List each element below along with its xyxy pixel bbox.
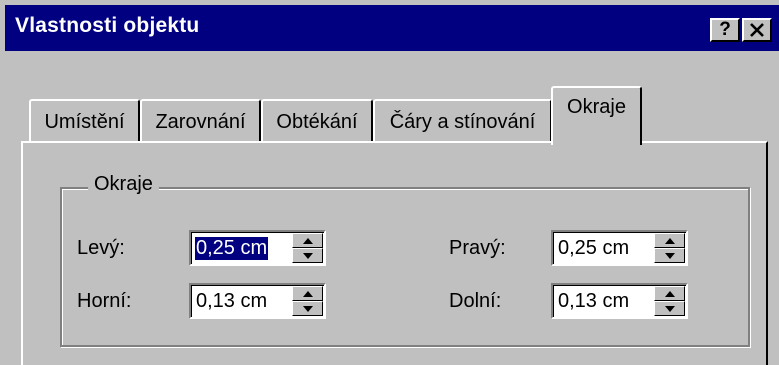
group-title: Okraje bbox=[88, 173, 159, 196]
bottom-margin-decrement[interactable] bbox=[654, 301, 685, 316]
tab-label: Umístění bbox=[44, 110, 125, 133]
up-arrow-icon bbox=[665, 238, 675, 244]
left-margin-decrement[interactable] bbox=[292, 248, 323, 263]
title-bar: Vlastnosti objektu ? bbox=[5, 5, 779, 51]
down-arrow-icon bbox=[665, 253, 675, 259]
margins-groupbox: Okraje bbox=[60, 173, 750, 347]
right-margin-label: Pravý: bbox=[449, 237, 506, 259]
bottom-margin-spinner[interactable] bbox=[654, 286, 685, 316]
close-icon bbox=[750, 23, 764, 37]
right-margin-spinner[interactable] bbox=[654, 233, 685, 263]
dialog-window: Vlastnosti objektu ? Umístění Zarovnání … bbox=[0, 0, 779, 365]
tab-label: Obtékání bbox=[276, 110, 358, 133]
top-margin-spinner[interactable] bbox=[292, 286, 323, 316]
top-margin-label: Horní: bbox=[77, 290, 132, 312]
down-arrow-icon bbox=[303, 253, 313, 259]
window-title: Vlastnosti objektu bbox=[15, 14, 200, 37]
down-arrow-icon bbox=[665, 306, 675, 312]
up-arrow-icon bbox=[665, 291, 675, 297]
left-margin-value[interactable]: 0,25 cm bbox=[195, 237, 269, 260]
left-margin-increment[interactable] bbox=[292, 233, 323, 248]
bottom-margin-label: Dolní: bbox=[449, 290, 502, 312]
bottom-margin-increment[interactable] bbox=[654, 286, 685, 301]
down-arrow-icon bbox=[303, 306, 313, 312]
bottom-margin-value[interactable]: 0,13 cm bbox=[558, 290, 629, 313]
tab-umisteni[interactable]: Umístění bbox=[29, 99, 140, 143]
top-margin-value[interactable]: 0,13 cm bbox=[196, 290, 267, 313]
help-icon: ? bbox=[719, 19, 731, 40]
bottom-margin-field[interactable]: 0,13 cm bbox=[551, 283, 688, 319]
top-margin-increment[interactable] bbox=[292, 286, 323, 301]
right-margin-field[interactable]: 0,25 cm bbox=[551, 230, 688, 266]
left-margin-label: Levý: bbox=[77, 237, 125, 259]
top-margin-field[interactable]: 0,13 cm bbox=[189, 283, 326, 319]
right-margin-increment[interactable] bbox=[654, 233, 685, 248]
left-margin-spinner[interactable] bbox=[292, 233, 323, 263]
up-arrow-icon bbox=[303, 238, 313, 244]
help-button[interactable]: ? bbox=[710, 18, 740, 42]
right-margin-decrement[interactable] bbox=[654, 248, 685, 263]
tab-label: Zarovnání bbox=[155, 110, 246, 133]
tab-obtekani[interactable]: Obtékání bbox=[261, 99, 373, 143]
close-button[interactable] bbox=[742, 18, 772, 42]
right-margin-value[interactable]: 0,25 cm bbox=[558, 237, 629, 260]
left-margin-field[interactable]: 0,25 cm bbox=[189, 230, 326, 266]
tab-cary-a-stinovani[interactable]: Čáry a stínování bbox=[373, 99, 552, 143]
tab-zarovnani[interactable]: Zarovnání bbox=[140, 99, 261, 143]
tab-panel-okraje: Okraje Levý: 0,25 cm Horní: 0,13 cm Prav… bbox=[21, 141, 768, 365]
up-arrow-icon bbox=[303, 291, 313, 297]
top-margin-decrement[interactable] bbox=[292, 301, 323, 316]
tab-okraje[interactable]: Okraje bbox=[551, 86, 642, 145]
tab-label: Okraje bbox=[567, 96, 626, 118]
tab-label: Čáry a stínování bbox=[389, 110, 536, 133]
